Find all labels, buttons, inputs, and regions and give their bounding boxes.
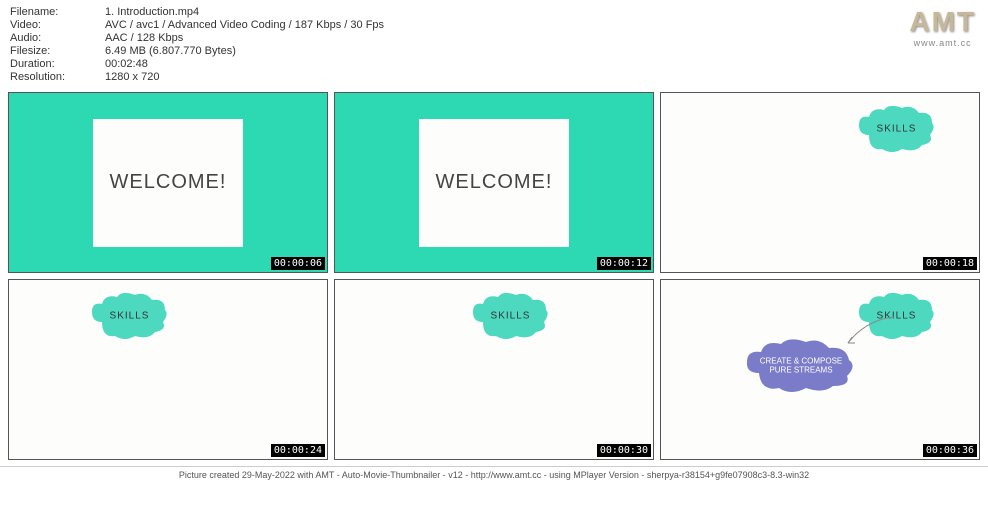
footer-text: Picture created 29-May-2022 with AMT - A… xyxy=(0,466,988,483)
timestamp: 00:00:18 xyxy=(923,257,977,270)
logo-text: AMT xyxy=(909,6,976,38)
skills-label: SKILLS xyxy=(877,124,917,135)
timestamp: 00:00:24 xyxy=(271,444,325,457)
timestamp: 00:00:12 xyxy=(597,257,651,270)
skills-label: SKILLS xyxy=(110,311,150,322)
thumbnail-6: SKILLS CREATE & COMPOSEPURE STREAMS 00:0… xyxy=(660,279,980,460)
thumbnail-grid: WELCOME! 00:00:06 WELCOME! 00:00:12 SKIL… xyxy=(0,88,988,464)
skills-cloud-icon: SKILLS xyxy=(87,292,172,340)
filesize-label: Filesize: xyxy=(10,45,105,57)
skills-cloud-icon: SKILLS xyxy=(854,105,939,153)
resolution-value: 1280 x 720 xyxy=(105,71,159,83)
thumbnail-1: WELCOME! 00:00:06 xyxy=(8,92,328,273)
logo-url: www.amt.cc xyxy=(909,38,976,48)
timestamp: 00:00:36 xyxy=(923,444,977,457)
audio-label: Audio: xyxy=(10,32,105,44)
amt-logo: AMT www.amt.cc xyxy=(909,6,976,48)
duration-label: Duration: xyxy=(10,58,105,70)
timestamp: 00:00:06 xyxy=(271,257,325,270)
filename-label: Filename: xyxy=(10,6,105,18)
welcome-text: WELCOME! xyxy=(436,171,553,194)
video-value: AVC / avc1 / Advanced Video Coding / 187… xyxy=(105,19,384,31)
video-label: Video: xyxy=(10,19,105,31)
resolution-label: Resolution: xyxy=(10,71,105,83)
welcome-text: WELCOME! xyxy=(110,171,227,194)
audio-value: AAC / 128 Kbps xyxy=(105,32,183,44)
timestamp: 00:00:30 xyxy=(597,444,651,457)
welcome-box: WELCOME! xyxy=(93,119,243,247)
skills-label: SKILLS xyxy=(491,311,531,322)
skills-cloud-icon: SKILLS xyxy=(468,292,553,340)
thumbnail-3: SKILLS 00:00:18 xyxy=(660,92,980,273)
filesize-value: 6.49 MB (6.807.770 Bytes) xyxy=(105,45,236,57)
thumbnail-4: SKILLS 00:00:24 xyxy=(8,279,328,460)
thumbnail-2: WELCOME! 00:00:12 xyxy=(334,92,654,273)
thumbnail-5: SKILLS 00:00:30 xyxy=(334,279,654,460)
metadata-header: Filename: 1. Introduction.mp4 Video: AVC… xyxy=(0,0,988,88)
purple-label: CREATE & COMPOSEPURE STREAMS xyxy=(760,356,843,375)
filename-value: 1. Introduction.mp4 xyxy=(105,6,199,18)
welcome-box: WELCOME! xyxy=(419,119,569,247)
purple-cloud-icon: CREATE & COMPOSEPURE STREAMS xyxy=(741,338,861,393)
duration-value: 00:02:48 xyxy=(105,58,148,70)
